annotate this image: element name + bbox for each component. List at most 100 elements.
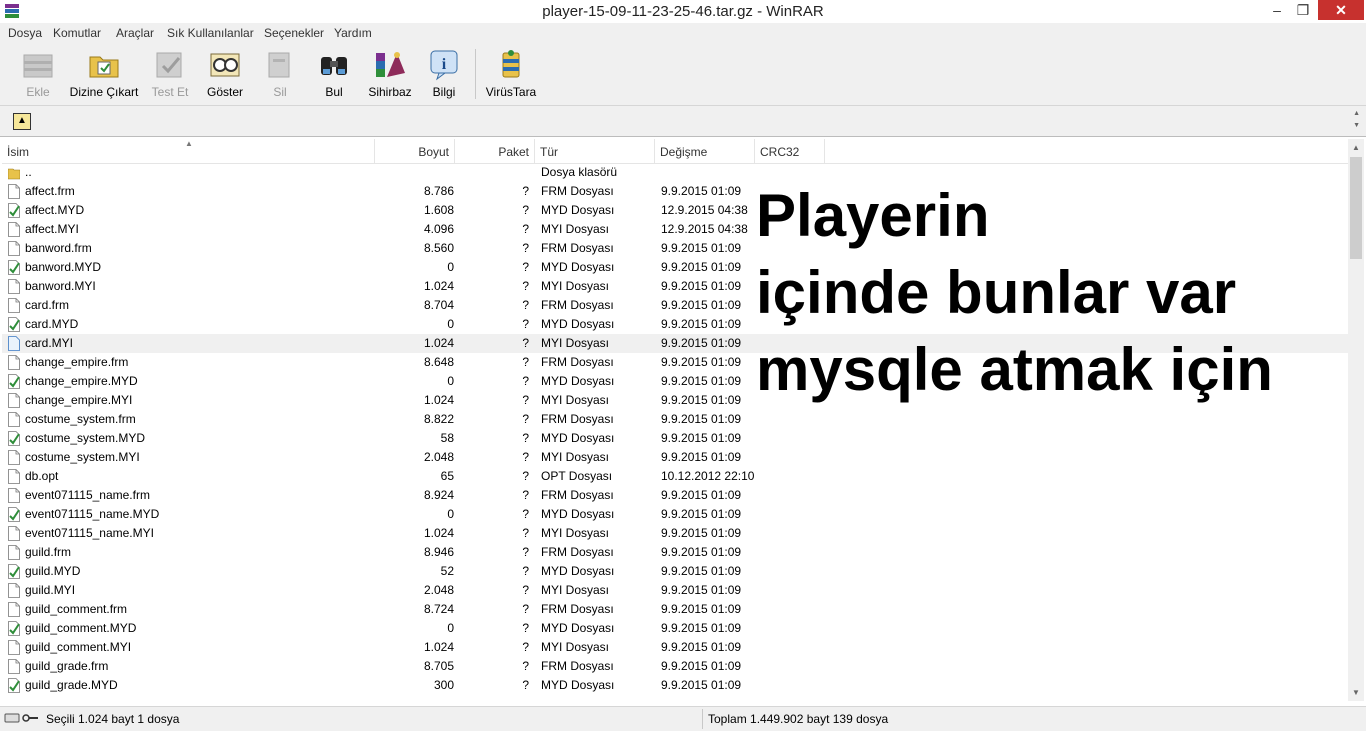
file-packed <box>457 163 529 182</box>
table-row[interactable]: event071115_name.MYD 0? MYD Dosyası 9.9.201… <box>2 505 1348 524</box>
file-modified: 9.9.2015 01:09 <box>661 450 742 464</box>
file-packed: ? <box>522 393 529 407</box>
file-modified: 9.9.2015 01:09 <box>661 298 742 312</box>
file-icon <box>8 298 20 313</box>
file-size: 8.724 <box>423 602 454 616</box>
file-size: 0 <box>447 260 454 274</box>
table-row[interactable]: guild_comment.MYI 1.024? MYI Dosyası 9.9.20… <box>2 638 1348 657</box>
table-row[interactable]: db.opt 65? OPT Dosyası 10.12.2012 22:10 <box>2 467 1348 486</box>
address-scroll-up-icon[interactable]: ▲ <box>1353 110 1360 117</box>
wizard-button[interactable]: Sihirbaz <box>366 47 414 103</box>
table-row[interactable]: guild_comment.MYD 0? MYD Dosyası 9.9.2015 0… <box>2 619 1348 638</box>
menu-tools[interactable]: Araçlar <box>116 26 154 40</box>
table-row[interactable]: guild_grade.MYD 300? MYD Dosyası 9.9.2015 0… <box>2 676 1348 695</box>
file-name: guild_comment.MYI <box>25 640 132 654</box>
table-row[interactable]: guild.MYI 2.048? MYI Dosyası 9.9.2015 01:09 <box>2 581 1348 600</box>
file-modified: 9.9.2015 01:09 <box>661 621 742 635</box>
file-size: 4.096 <box>423 222 454 236</box>
test-button[interactable]: Test Et <box>148 47 192 103</box>
file-modified: 9.9.2015 01:09 <box>661 640 742 654</box>
table-row[interactable]: guild.frm 8.946? FRM Dosyası 9.9.2015 01:09 <box>2 543 1348 562</box>
file-size: 65 <box>440 469 454 483</box>
table-row[interactable]: costume_system.MYI 2.048? MYI Dosyası 9.9.2… <box>2 448 1348 467</box>
svg-text:i: i <box>442 56 447 73</box>
virus-scan-label: VirüsTara <box>485 85 537 99</box>
scroll-up-icon[interactable]: ▲ <box>1348 143 1364 152</box>
address-scroll-down-icon[interactable]: ▼ <box>1353 122 1360 129</box>
add-button[interactable]: Ekle <box>12 47 64 103</box>
up-folder-button[interactable]: ▲ <box>13 113 31 130</box>
menu-file[interactable]: Dosya <box>8 26 42 40</box>
file-icon <box>8 583 20 598</box>
file-type: MYI Dosyası <box>541 450 610 464</box>
file-packed: ? <box>522 412 529 426</box>
table-row[interactable]: costume_system.MYD 58? MYD Dosyası 9.9.2015… <box>2 429 1348 448</box>
table-row[interactable]: guild_grade.frm 8.705? FRM Dosyası 9.9.2015… <box>2 657 1348 676</box>
scroll-thumb[interactable] <box>1350 157 1362 259</box>
file-modified: 9.9.2015 01:09 <box>661 678 742 692</box>
view-button[interactable]: Göster <box>202 47 248 103</box>
file-packed: ? <box>522 374 529 388</box>
file-modified: 9.9.2015 01:09 <box>661 279 742 293</box>
info-button[interactable]: i Bilgi <box>426 47 462 103</box>
file-name: costume_system.frm <box>25 412 136 426</box>
menu-favorites[interactable]: Sık Kullanılanlar <box>167 26 254 40</box>
file-icon <box>8 336 20 351</box>
close-button[interactable]: ✕ <box>1318 0 1364 20</box>
column-type[interactable]: Tür <box>535 139 655 163</box>
table-row[interactable]: guild_comment.frm 8.724? FRM Dosyası 9.9.20… <box>2 600 1348 619</box>
view-icon <box>210 53 240 77</box>
table-row[interactable]: event071115_name.frm 8.924? FRM Dosyası 9.9… <box>2 486 1348 505</box>
maximize-button[interactable]: ❐ <box>1290 0 1316 20</box>
drive-key-icon <box>4 713 38 723</box>
file-size: 2.048 <box>423 583 454 597</box>
file-modified: 12.9.2015 04:38 <box>661 203 748 217</box>
file-modified: 9.9.2015 01:09 <box>661 184 742 198</box>
menu-bar: Dosya Komutlar Araçlar Sık Kullanılanlar… <box>0 23 1366 43</box>
myd-file-icon <box>8 203 20 218</box>
file-icon <box>8 450 20 465</box>
file-name: guild_grade.MYD <box>25 678 118 692</box>
menu-help[interactable]: Yardım <box>334 26 372 40</box>
virus-scan-button[interactable]: VirüsTara <box>484 47 538 103</box>
file-type: MYD Dosyası <box>541 203 615 217</box>
minimize-button[interactable]: – <box>1264 0 1290 20</box>
delete-button[interactable]: Sil <box>262 47 298 103</box>
file-size: 1.024 <box>423 393 454 407</box>
file-type: MYI Dosyası <box>541 336 610 350</box>
table-row[interactable]: event071115_name.MYI 1.024? MYI Dosyası 9.9… <box>2 524 1348 543</box>
myd-file-icon <box>8 260 20 275</box>
column-size[interactable]: Boyut <box>375 139 455 163</box>
file-icon <box>8 526 20 541</box>
column-packed[interactable]: Paket <box>455 139 535 163</box>
file-name: banword.MYI <box>25 279 96 293</box>
file-modified: 9.9.2015 01:09 <box>661 602 742 616</box>
myd-file-icon <box>8 507 20 522</box>
table-row[interactable]: guild.MYD 52? MYD Dosyası 9.9.2015 01:09 <box>2 562 1348 581</box>
extract-to-icon <box>89 56 119 78</box>
file-type: Dosya klasörü <box>541 165 618 179</box>
menu-commands[interactable]: Komutlar <box>53 26 101 40</box>
file-packed: ? <box>522 431 529 445</box>
info-label: Bilgi <box>432 85 456 99</box>
table-row[interactable]: costume_system.frm 8.822? FRM Dosyası 9.9.2… <box>2 410 1348 429</box>
file-size: 1.024 <box>423 526 454 540</box>
file-type: FRM Dosyası <box>541 241 614 255</box>
file-modified: 9.9.2015 01:09 <box>661 507 742 521</box>
file-icon <box>8 545 20 560</box>
column-crc32[interactable]: CRC32 <box>755 139 825 163</box>
file-icon <box>8 640 20 655</box>
status-bar: Seçili 1.024 bayt 1 dosya Toplam 1.449.9… <box>0 706 1366 731</box>
vertical-scrollbar[interactable]: ▲ ▼ <box>1348 139 1364 701</box>
menu-options[interactable]: Seçenekler <box>264 26 324 40</box>
scroll-down-icon[interactable]: ▼ <box>1348 688 1364 697</box>
file-icon <box>8 184 20 199</box>
file-type: MYD Dosyası <box>541 678 615 692</box>
column-modified[interactable]: Değişme <box>655 139 755 163</box>
file-packed: ? <box>522 317 529 331</box>
extract-to-button[interactable]: Dizine Çıkart <box>68 47 140 103</box>
file-packed: ? <box>522 545 529 559</box>
add-button-label: Ekle <box>26 85 50 99</box>
find-button[interactable]: Bul <box>312 47 356 103</box>
file-modified: 9.9.2015 01:09 <box>661 374 742 388</box>
